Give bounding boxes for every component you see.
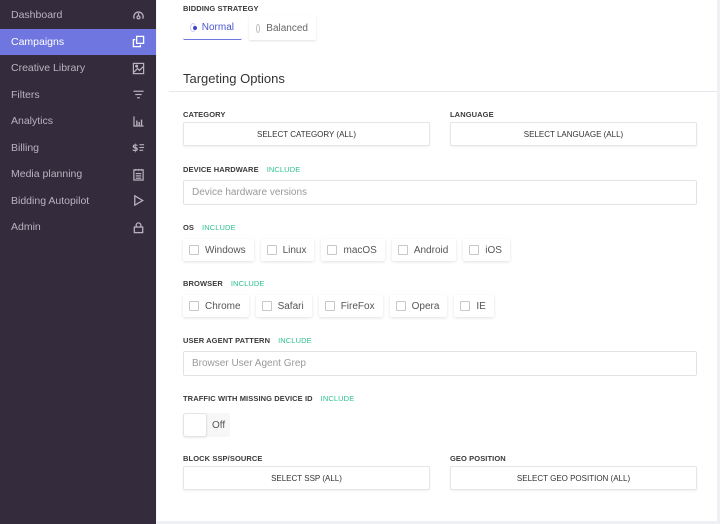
browser-option-firefox[interactable]: FireFox	[318, 295, 383, 317]
missing-device-id-toggle[interactable]: Off	[183, 413, 231, 437]
language-label: LANGUAGE	[450, 110, 494, 119]
sidebar-item-media-planning[interactable]: Media planning	[0, 161, 156, 188]
user-agent-label: USER AGENT PATTERN INCLUDE	[183, 336, 312, 345]
device-hardware-input[interactable]	[183, 180, 697, 205]
browser-option-ie[interactable]: IE	[454, 295, 494, 317]
sidebar-item-label: Analytics	[11, 115, 54, 128]
select-geo-position-button[interactable]: SELECT GEO POSITION (ALL)	[450, 466, 697, 490]
sidebar-item-filters[interactable]: Filters	[0, 82, 156, 109]
browser-option-opera[interactable]: Opera	[389, 295, 448, 317]
sidebar-item-label: Media planning	[11, 168, 83, 181]
os-option-android[interactable]: Android	[391, 239, 457, 261]
checkbox-icon	[395, 301, 406, 311]
sidebar-item-label: Filters	[11, 88, 40, 101]
option-label: Safari	[277, 300, 304, 312]
browser-label-text: BROWSER	[183, 279, 223, 288]
missing-device-id-label-text: TRAFFIC WITH MISSING DEVICE ID	[183, 394, 313, 403]
bar-chart-icon	[131, 114, 145, 128]
checkbox-icon	[266, 245, 277, 255]
os-option-windows[interactable]: Windows	[183, 239, 254, 261]
checkbox-icon	[469, 245, 480, 255]
radio-normal[interactable]: Normal	[183, 16, 242, 40]
option-label: FireFox	[340, 300, 375, 312]
dollar-list-icon: $	[131, 141, 145, 155]
image-icon	[131, 61, 145, 75]
copy-icon	[131, 35, 145, 49]
play-icon	[131, 194, 145, 208]
select-ssp-button[interactable]: SELECT SSP (ALL)	[183, 466, 430, 490]
sidebar-item-admin[interactable]: Admin	[0, 214, 156, 241]
radio-label: Balanced	[266, 22, 308, 34]
radio-indicator	[256, 23, 261, 33]
checkbox-icon	[460, 301, 471, 311]
dashboard-icon	[131, 8, 145, 22]
sidebar-item-analytics[interactable]: Analytics	[0, 108, 156, 135]
sidebar-item-label: Admin	[11, 221, 41, 234]
option-label: Linux	[282, 244, 307, 256]
browser-option-chrome[interactable]: Chrome	[183, 295, 249, 317]
svg-text:$: $	[132, 143, 138, 154]
sidebar-item-bidding-autopilot[interactable]: Bidding Autopilot	[0, 188, 156, 215]
option-label: Chrome	[205, 300, 241, 312]
sidebar-item-label: Billing	[11, 141, 40, 154]
os-option-ios[interactable]: iOS	[463, 239, 510, 261]
radio-indicator	[190, 23, 197, 32]
select-category-button[interactable]: SELECT CATEGORY (ALL)	[183, 122, 430, 146]
option-label: Opera	[411, 300, 440, 312]
notepad-icon	[131, 167, 145, 181]
toggle-switch[interactable]	[183, 413, 207, 437]
select-language-button[interactable]: SELECT LANGUAGE (ALL)	[450, 122, 697, 146]
filter-icon	[131, 88, 145, 102]
bidding-strategy-label: BIDDING STRATEGY	[183, 4, 259, 13]
option-label: Windows	[205, 244, 246, 256]
include-toggle[interactable]: INCLUDE	[321, 394, 355, 403]
option-label: iOS	[485, 244, 502, 256]
targeting-options-title: Targeting Options	[183, 71, 285, 86]
radio-label: Normal	[201, 22, 234, 33]
device-hardware-label-text: DEVICE HARDWARE	[183, 165, 259, 174]
sidebar-item-label: Campaigns	[11, 35, 65, 48]
block-ssp-label: BLOCK SSP/SOURCE	[183, 454, 263, 463]
geo-position-label: GEO POSITION	[450, 454, 506, 463]
sidebar-item-label: Bidding Autopilot	[11, 194, 90, 207]
sidebar-item-billing[interactable]: Billing $	[0, 135, 156, 162]
option-label: IE	[476, 300, 486, 312]
include-toggle[interactable]: INCLUDE	[278, 336, 312, 345]
option-label: Android	[413, 244, 449, 256]
os-option-macos[interactable]: macOS	[321, 239, 385, 261]
browser-label: BROWSER INCLUDE	[183, 279, 265, 288]
os-options: Windows Linux macOS Android iOS	[183, 239, 510, 261]
user-agent-input[interactable]	[183, 351, 697, 376]
category-label: CATEGORY	[183, 110, 226, 119]
checkbox-icon	[397, 245, 408, 255]
option-label: macOS	[343, 244, 377, 256]
browser-options: Chrome Safari FireFox Opera IE	[183, 295, 494, 317]
checkbox-icon	[189, 301, 199, 311]
os-label-text: OS	[183, 223, 195, 232]
checkbox-icon	[324, 301, 335, 311]
include-toggle[interactable]: INCLUDE	[202, 223, 236, 232]
checkbox-icon	[261, 301, 272, 311]
user-agent-label-text: USER AGENT PATTERN	[183, 336, 271, 345]
sidebar-item-dashboard[interactable]: Dashboard	[0, 2, 156, 29]
os-label: OS INCLUDE	[183, 223, 236, 232]
missing-device-id-label: TRAFFIC WITH MISSING DEVICE ID INCLUDE	[183, 394, 354, 403]
include-toggle[interactable]: INCLUDE	[231, 279, 265, 288]
radio-balanced[interactable]: Balanced	[249, 16, 316, 40]
checkbox-icon	[189, 245, 199, 255]
browser-option-safari[interactable]: Safari	[255, 295, 312, 317]
section-divider	[169, 91, 717, 92]
sidebar-item-creative-library[interactable]: Creative Library	[0, 55, 156, 82]
sidebar-item-label: Creative Library	[11, 62, 86, 75]
toggle-state: Off	[212, 419, 226, 431]
device-hardware-label: DEVICE HARDWARE INCLUDE	[183, 165, 300, 174]
sidebar-item-campaigns[interactable]: Campaigns	[0, 28, 156, 55]
sidebar-item-label: Dashboard	[11, 9, 63, 22]
checkbox-icon	[327, 245, 338, 255]
sidebar: Dashboard Campaigns Creative Library Fil…	[0, 0, 156, 524]
include-toggle[interactable]: INCLUDE	[267, 165, 301, 174]
os-option-linux[interactable]: Linux	[260, 239, 315, 261]
lock-icon	[131, 220, 145, 234]
